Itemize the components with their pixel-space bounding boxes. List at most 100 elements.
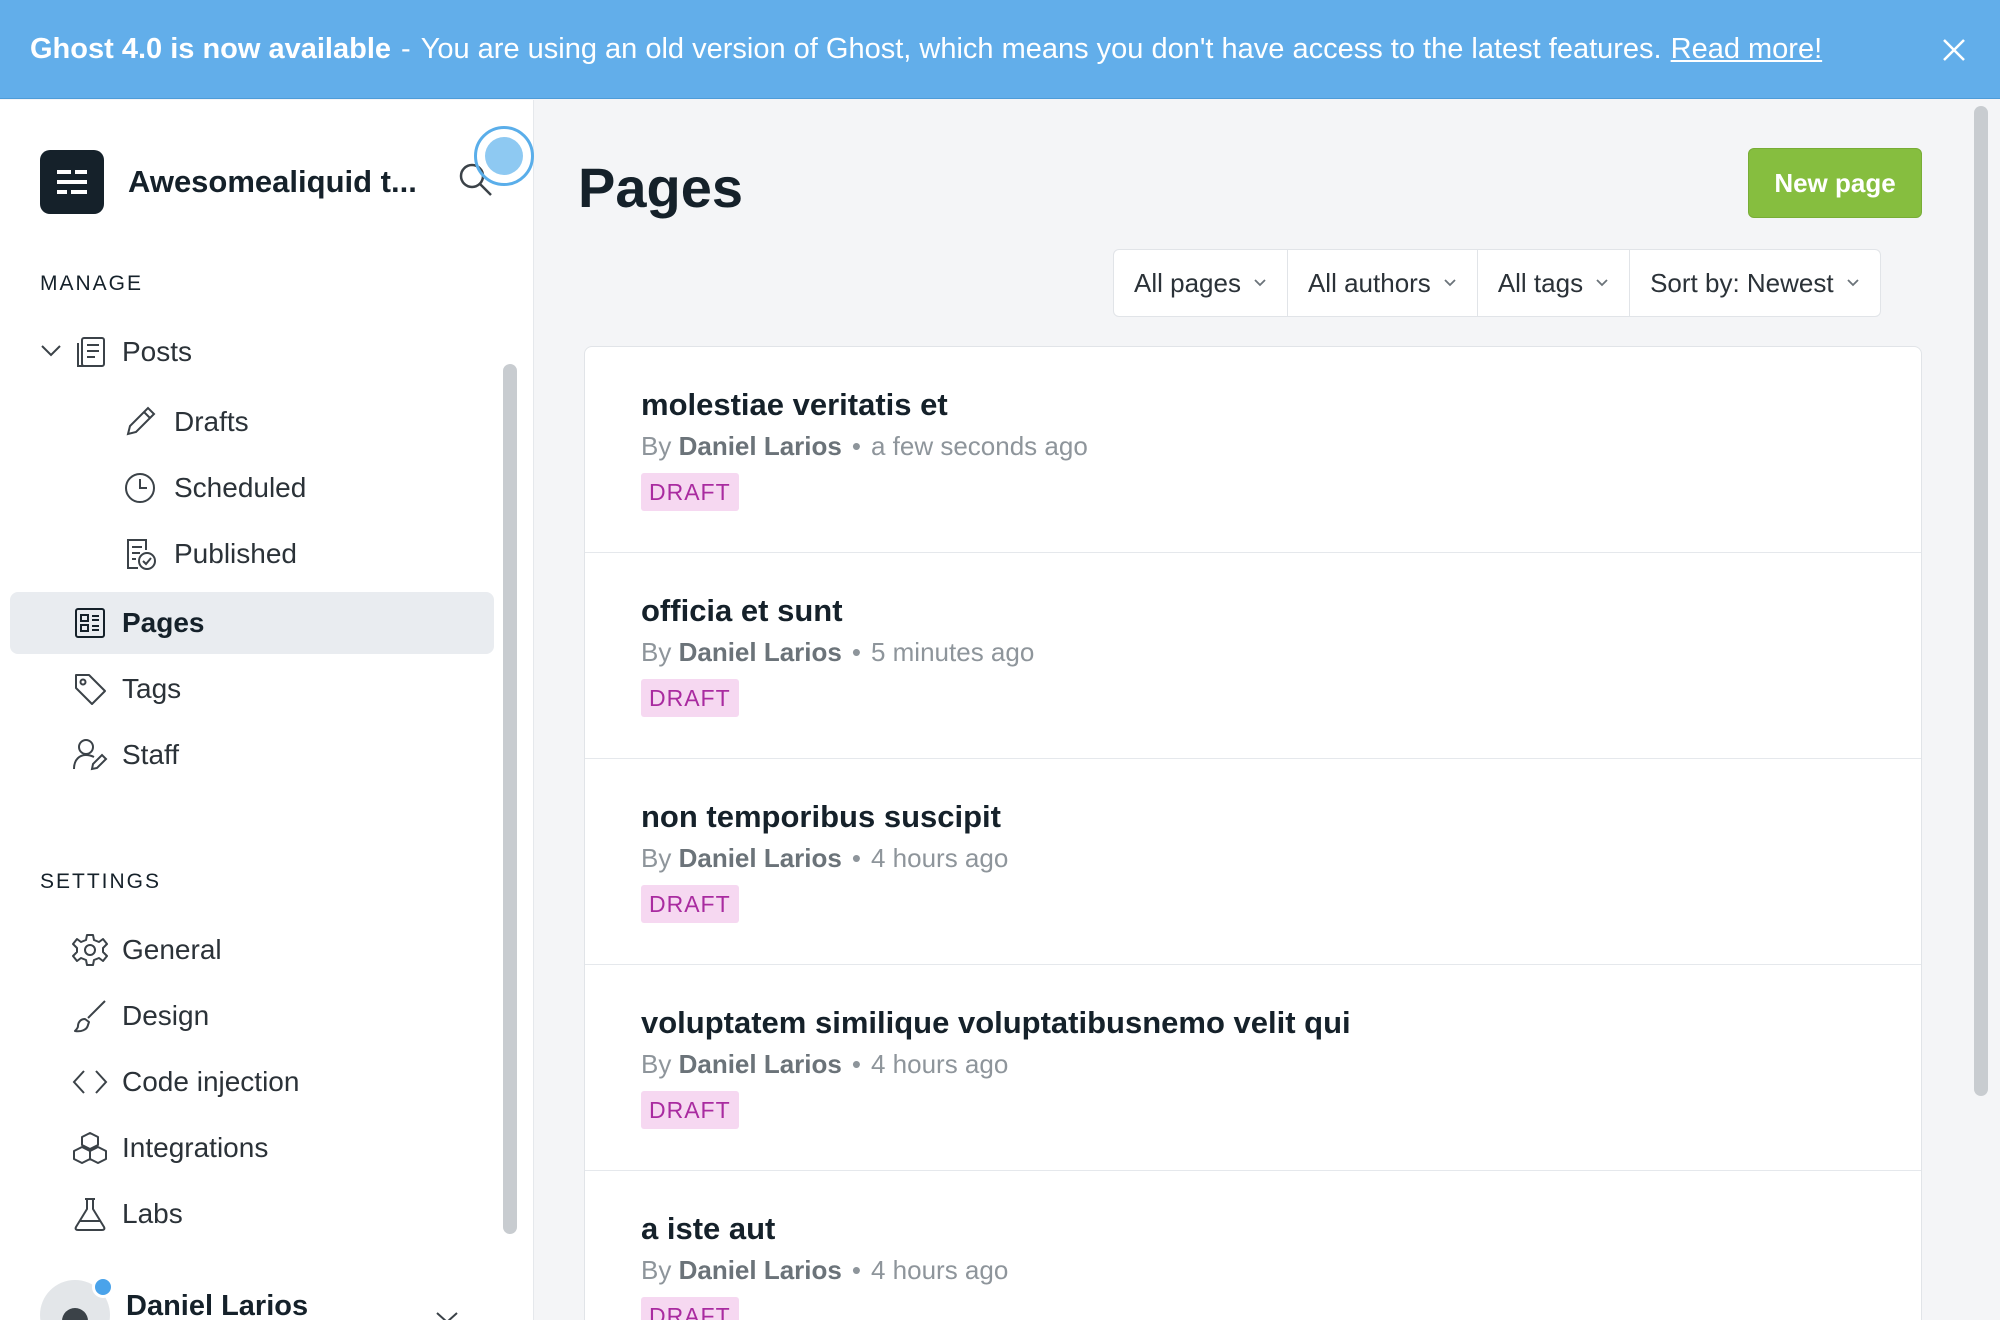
flask-icon <box>74 1198 106 1231</box>
sidebar-item-label: Scheduled <box>174 472 307 503</box>
meta-dot: • <box>851 1255 861 1285</box>
sidebar-item-labs[interactable]: Labs <box>10 1183 494 1245</box>
page-item-meta: By Daniel Larios • 4 hours ago <box>641 843 1008 874</box>
sidebar-item-pages[interactable]: Pages <box>10 592 494 654</box>
filter-author[interactable]: All authors <box>1288 250 1478 316</box>
meta-dot: • <box>851 431 861 461</box>
new-page-button[interactable]: New page <box>1748 148 1922 218</box>
filter-label: Sort by: Newest <box>1650 267 1834 298</box>
banner-message: You are using an old version of Ghost, w… <box>420 32 1662 65</box>
cursor-indicator <box>474 126 534 186</box>
meta-time: 4 hours ago <box>870 1049 1009 1079</box>
filter-label: All tags <box>1497 267 1584 298</box>
user-menu[interactable]: Daniel Larios <box>40 1276 308 1320</box>
meta-time: 5 minutes ago <box>870 637 1035 667</box>
sidebar-item-staff[interactable]: Staff <box>10 724 494 786</box>
settings-section-title: SETTINGS <box>40 870 162 893</box>
sidebar: Awesomealiquid t... MANAGE Posts Drafts … <box>0 100 534 1320</box>
clock-icon <box>125 473 155 503</box>
filter-type[interactable]: All pages <box>1114 250 1288 316</box>
chevron-down-icon <box>1596 279 1608 287</box>
tag-icon <box>75 674 106 705</box>
sidebar-item-tags[interactable]: Tags <box>10 658 494 720</box>
meta-author: Daniel Larios <box>678 431 842 461</box>
status-badge: DRAFT <box>641 885 739 923</box>
main-scrollbar[interactable] <box>1974 106 1988 1096</box>
banner-read-more-link[interactable]: Read more! <box>1671 33 1823 66</box>
sidebar-item-published[interactable]: Published <box>10 523 494 585</box>
filter-label: All authors <box>1307 267 1431 298</box>
sidebar-item-code-injection[interactable]: Code injection <box>10 1051 494 1113</box>
meta-dot: • <box>851 1049 861 1079</box>
pages-icon <box>75 608 105 638</box>
meta-by: By <box>641 843 672 873</box>
sidebar-item-label: Drafts <box>174 406 249 437</box>
list-item[interactable]: voluptatem similique voluptatibusnemo ve… <box>585 965 1921 1171</box>
chevron-down-icon[interactable] <box>40 343 62 359</box>
meta-time: 4 hours ago <box>870 1255 1009 1285</box>
gear-icon <box>72 934 108 966</box>
brush-icon <box>74 1000 106 1033</box>
sidebar-item-drafts[interactable]: Drafts <box>10 391 494 453</box>
banner-separator: - <box>401 32 411 65</box>
site-name: Awesomealiquid t... <box>128 164 417 199</box>
page-item-title: officia et sunt <box>641 593 843 628</box>
page-title: Pages <box>578 156 743 219</box>
list-item[interactable]: non temporibus suscipit By Daniel Larios… <box>585 759 1921 965</box>
status-badge: DRAFT <box>641 1091 739 1129</box>
meta-author: Daniel Larios <box>678 1255 842 1285</box>
meta-dot: • <box>851 843 861 873</box>
integrations-icon <box>73 1132 107 1164</box>
page-item-meta: By Daniel Larios • 4 hours ago <box>641 1255 1008 1286</box>
upgrade-banner: Ghost 4.0 is now available - You are usi… <box>0 0 2000 99</box>
banner-title: Ghost 4.0 is now available <box>30 32 392 65</box>
close-icon[interactable] <box>1936 32 1972 68</box>
filter-bar: All pages All authors All tags Sort by: … <box>1113 249 1881 317</box>
filter-tag[interactable]: All tags <box>1478 250 1631 316</box>
sidebar-item-label: Labs <box>122 1198 183 1229</box>
list-item[interactable]: molestiae veritatis et By Daniel Larios •… <box>585 347 1921 553</box>
meta-by: By <box>641 637 672 667</box>
sidebar-item-label: Published <box>174 538 297 569</box>
staff-icon <box>73 739 108 771</box>
filter-sort[interactable]: Sort by: Newest <box>1630 250 1880 316</box>
sidebar-item-scheduled[interactable]: Scheduled <box>10 457 494 519</box>
meta-by: By <box>641 1049 672 1079</box>
sidebar-item-label: Pages <box>122 607 205 638</box>
published-icon <box>127 539 156 570</box>
site-brand[interactable]: Awesomealiquid t... <box>40 150 417 214</box>
filter-label: All pages <box>1134 267 1241 298</box>
code-icon <box>72 1070 108 1094</box>
page-item-meta: By Daniel Larios • 4 hours ago <box>641 1049 1008 1080</box>
list-item[interactable]: a iste aut By Daniel Larios • 4 hours ago … <box>585 1171 1921 1320</box>
meta-author: Daniel Larios <box>678 843 842 873</box>
posts-icon <box>77 337 105 367</box>
page-item-meta: By Daniel Larios • 5 minutes ago <box>641 637 1034 668</box>
meta-by: By <box>641 431 672 461</box>
sidebar-item-label: Integrations <box>122 1132 269 1163</box>
status-badge: DRAFT <box>641 679 739 717</box>
site-logo <box>40 150 104 214</box>
chevron-down-icon <box>1254 279 1266 287</box>
page-item-meta: By Daniel Larios • a few seconds ago <box>641 431 1088 462</box>
sidebar-item-label: Posts <box>122 336 193 367</box>
site-logo-icon <box>57 170 87 194</box>
sidebar-item-label: Code injection <box>122 1066 300 1097</box>
page-item-title: voluptatem similique voluptatibusnemo ve… <box>641 1005 1351 1040</box>
meta-time: 4 hours ago <box>870 843 1009 873</box>
sidebar-scrollbar[interactable] <box>503 364 517 1234</box>
list-item[interactable]: officia et sunt By Daniel Larios • 5 minut… <box>585 553 1921 759</box>
page-item-title: molestiae veritatis et <box>641 387 948 422</box>
chevron-down-icon[interactable] <box>434 1310 460 1320</box>
avatar-status-badge <box>92 1276 114 1298</box>
sidebar-item-posts[interactable]: Posts <box>10 321 494 383</box>
pencil-icon <box>126 406 156 436</box>
page-item-title: a iste aut <box>641 1211 776 1246</box>
pages-list: molestiae veritatis et By Daniel Larios •… <box>584 346 1922 1320</box>
status-badge: DRAFT <box>641 473 739 511</box>
sidebar-item-label: Tags <box>122 673 182 704</box>
sidebar-item-design[interactable]: Design <box>10 985 494 1047</box>
sidebar-item-integrations[interactable]: Integrations <box>10 1117 494 1179</box>
sidebar-item-general[interactable]: General <box>10 919 494 981</box>
meta-time: a few seconds ago <box>870 431 1088 461</box>
